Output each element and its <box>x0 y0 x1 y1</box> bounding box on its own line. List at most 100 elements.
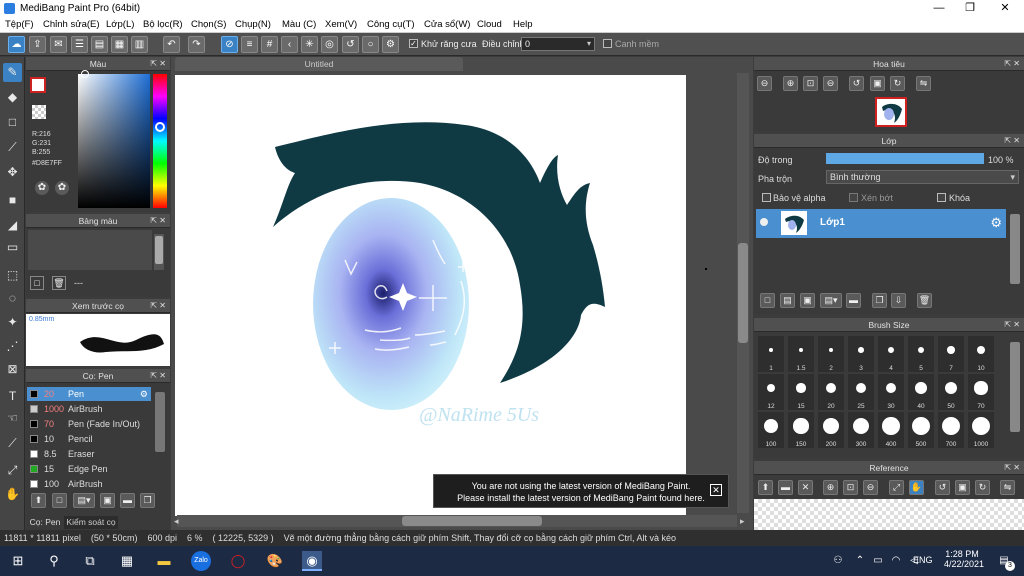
brush-size-cell[interactable]: 3 <box>848 336 874 372</box>
zoom-out-icon[interactable]: ⊖ <box>757 76 772 91</box>
brush-size-cell[interactable]: 300 <box>848 412 874 448</box>
brush-size-cell[interactable]: 1000 <box>968 412 994 448</box>
panel-pin-icon[interactable]: ⇱ ✕ <box>1004 134 1020 148</box>
panel-pin-icon[interactable]: ⇱ ✕ <box>1004 461 1020 475</box>
trash-icon[interactable]: 🗑 <box>52 276 66 290</box>
palette-icon[interactable]: ✿ <box>35 181 49 195</box>
scroll-right-arrow[interactable]: ▸ <box>740 516 745 527</box>
zoom-in-icon[interactable]: ⊕ <box>783 76 798 91</box>
comment-icon[interactable]: ✉ <box>50 36 67 53</box>
select-eraser-tool-icon[interactable]: ⊠ <box>3 360 22 379</box>
zalo-icon[interactable]: Zalo <box>191 551 211 571</box>
color-wheel-icon[interactable]: ✿ <box>55 181 69 195</box>
actual-size-icon[interactable]: ▣ <box>955 480 970 495</box>
lock-checkbox[interactable] <box>937 193 946 202</box>
brush-item[interactable]: 15 Edge Pen <box>27 462 151 476</box>
windows-start-icon[interactable]: ⊞ <box>8 551 28 571</box>
paint-app-icon[interactable]: 🎨 <box>265 551 285 571</box>
store-icon[interactable]: ▦ <box>117 551 137 571</box>
duplicate-icon[interactable]: ❐ <box>140 493 155 508</box>
brush-item[interactable]: 8.5 Eraser <box>27 447 151 461</box>
opacity-slider[interactable] <box>826 153 984 164</box>
brush-size-cell[interactable]: 2 <box>818 336 844 372</box>
task-view-icon[interactable]: ⧉ <box>80 551 100 571</box>
layer-menu-icon[interactable]: ▤▾ <box>820 293 842 308</box>
select-tool-icon[interactable]: ⬚ <box>3 266 22 285</box>
hue-slider[interactable] <box>153 74 167 208</box>
menu-color[interactable]: Màu (C) <box>282 19 316 30</box>
cloud-icon[interactable]: ☁ <box>8 36 25 53</box>
select-pen-tool-icon[interactable]: ⋰ <box>3 337 22 356</box>
hand-icon[interactable]: ✋ <box>909 480 924 495</box>
eraser-tool-icon[interactable]: ◆ <box>3 88 22 107</box>
list-icon[interactable]: ▦ <box>111 36 128 53</box>
drawing-canvas[interactable]: @NaRime 5Us <box>175 75 686 516</box>
delete-brush-icon[interactable]: ▣ <box>100 493 115 508</box>
maximize-button[interactable]: ❐ <box>955 1 985 16</box>
medibang-taskbar-icon[interactable]: ◉ <box>302 551 322 571</box>
divide-tool-icon[interactable]: ⟋ <box>3 434 22 453</box>
brush-menu-icon[interactable]: ▤▾ <box>73 493 95 508</box>
text-tool-icon[interactable]: T <box>3 387 22 406</box>
document-tab[interactable]: Untitled <box>175 57 463 71</box>
undo-icon[interactable]: ↶ <box>163 36 180 53</box>
dot-tool-icon[interactable]: ⟋ <box>3 138 22 157</box>
grid-icon[interactable]: ▥ <box>131 36 148 53</box>
lasso-tool-icon[interactable]: ◌ <box>3 289 22 308</box>
rotate-left-icon[interactable]: ↺ <box>935 480 950 495</box>
gradient-tool-icon[interactable]: ▭ <box>3 238 22 257</box>
gear-icon[interactable]: ⚙ <box>990 215 1002 231</box>
panel-pin-icon[interactable]: ⇱ ✕ <box>150 214 166 228</box>
share-icon[interactable]: ⇪ <box>29 36 46 53</box>
adjust-dropdown[interactable]: 0 ▾ <box>521 37 595 51</box>
vanishing-snap-icon[interactable]: ‹ <box>281 36 298 53</box>
menu-filter[interactable]: Bộ lọc(R) <box>143 19 183 30</box>
update-notice[interactable]: You are not using the latest version of … <box>433 474 729 508</box>
brush-size-cell[interactable]: 20 <box>818 374 844 410</box>
brush-size-cell[interactable]: 5 <box>908 336 934 372</box>
brush-size-cell[interactable]: 700 <box>938 412 964 448</box>
clipping-checkbox[interactable] <box>849 193 858 202</box>
zoom-reset-icon[interactable]: ⊖ <box>823 76 838 91</box>
search-icon[interactable]: ⚲ <box>44 551 64 571</box>
panel-pin-icon[interactable]: ⇱ ✕ <box>150 369 166 383</box>
panel-pin-icon[interactable]: ⇱ ✕ <box>150 57 166 71</box>
brush-size-cell[interactable]: 4 <box>878 336 904 372</box>
zoom-out-icon[interactable]: ⊖ <box>863 480 878 495</box>
settings-icon[interactable]: ⚙ <box>382 36 399 53</box>
menu-file[interactable]: Tệp(F) <box>5 19 34 30</box>
snap-off-icon[interactable]: ⊘ <box>221 36 238 53</box>
new-brush-icon[interactable]: □ <box>52 493 67 508</box>
brush-size-cell[interactable]: 1 <box>758 336 784 372</box>
vscroll-thumb[interactable] <box>738 243 748 343</box>
panel-pin-icon[interactable]: ⇱ ✕ <box>1004 318 1020 332</box>
primary-color-swatch[interactable] <box>30 77 46 93</box>
rotate-left-icon[interactable]: ↺ <box>849 76 864 91</box>
brush-size-cell[interactable]: 30 <box>878 374 904 410</box>
add-reference-icon[interactable]: ⬆ <box>758 480 773 495</box>
brush-item[interactable]: 20 Pen ⚙ <box>27 387 151 401</box>
curve-snap-icon[interactable]: ↺ <box>342 36 359 53</box>
file-explorer-icon[interactable]: ▬ <box>154 551 174 571</box>
panel-pin-icon[interactable]: ⇱ ✕ <box>1004 57 1020 71</box>
brush-size-cell[interactable]: 7 <box>938 336 964 372</box>
copy-layer-icon[interactable]: ▣ <box>800 293 815 308</box>
brush-size-cell[interactable]: 1.5 <box>788 336 814 372</box>
menu-help[interactable]: Help <box>513 19 533 30</box>
menu-capture[interactable]: Chụp(N) <box>235 19 271 30</box>
menu-cloud[interactable]: Cloud <box>477 19 502 30</box>
panel-pin-icon[interactable]: ⇱ ✕ <box>150 299 166 313</box>
trash-icon[interactable]: 🗑 <box>917 293 932 308</box>
brush-size-scrollbar[interactable] <box>1010 342 1020 432</box>
open-folder-icon[interactable]: ▬ <box>778 480 793 495</box>
brush-item[interactable]: 100 AirBrush <box>27 477 151 491</box>
fit-window-icon[interactable]: ⊡ <box>803 76 818 91</box>
brush-item[interactable]: 1000 AirBrush <box>27 402 151 416</box>
merge-icon[interactable]: ⇩ <box>891 293 906 308</box>
clock[interactable]: 1:28 PM 4/22/2021 <box>944 549 984 569</box>
folder-icon[interactable]: ▬ <box>120 493 135 508</box>
duplicate-icon[interactable]: ❐ <box>872 293 887 308</box>
close-button[interactable]: ✕ <box>990 1 1020 16</box>
brush-size-cell[interactable]: 10 <box>968 336 994 372</box>
move-tool-icon[interactable]: ✥ <box>3 163 22 182</box>
